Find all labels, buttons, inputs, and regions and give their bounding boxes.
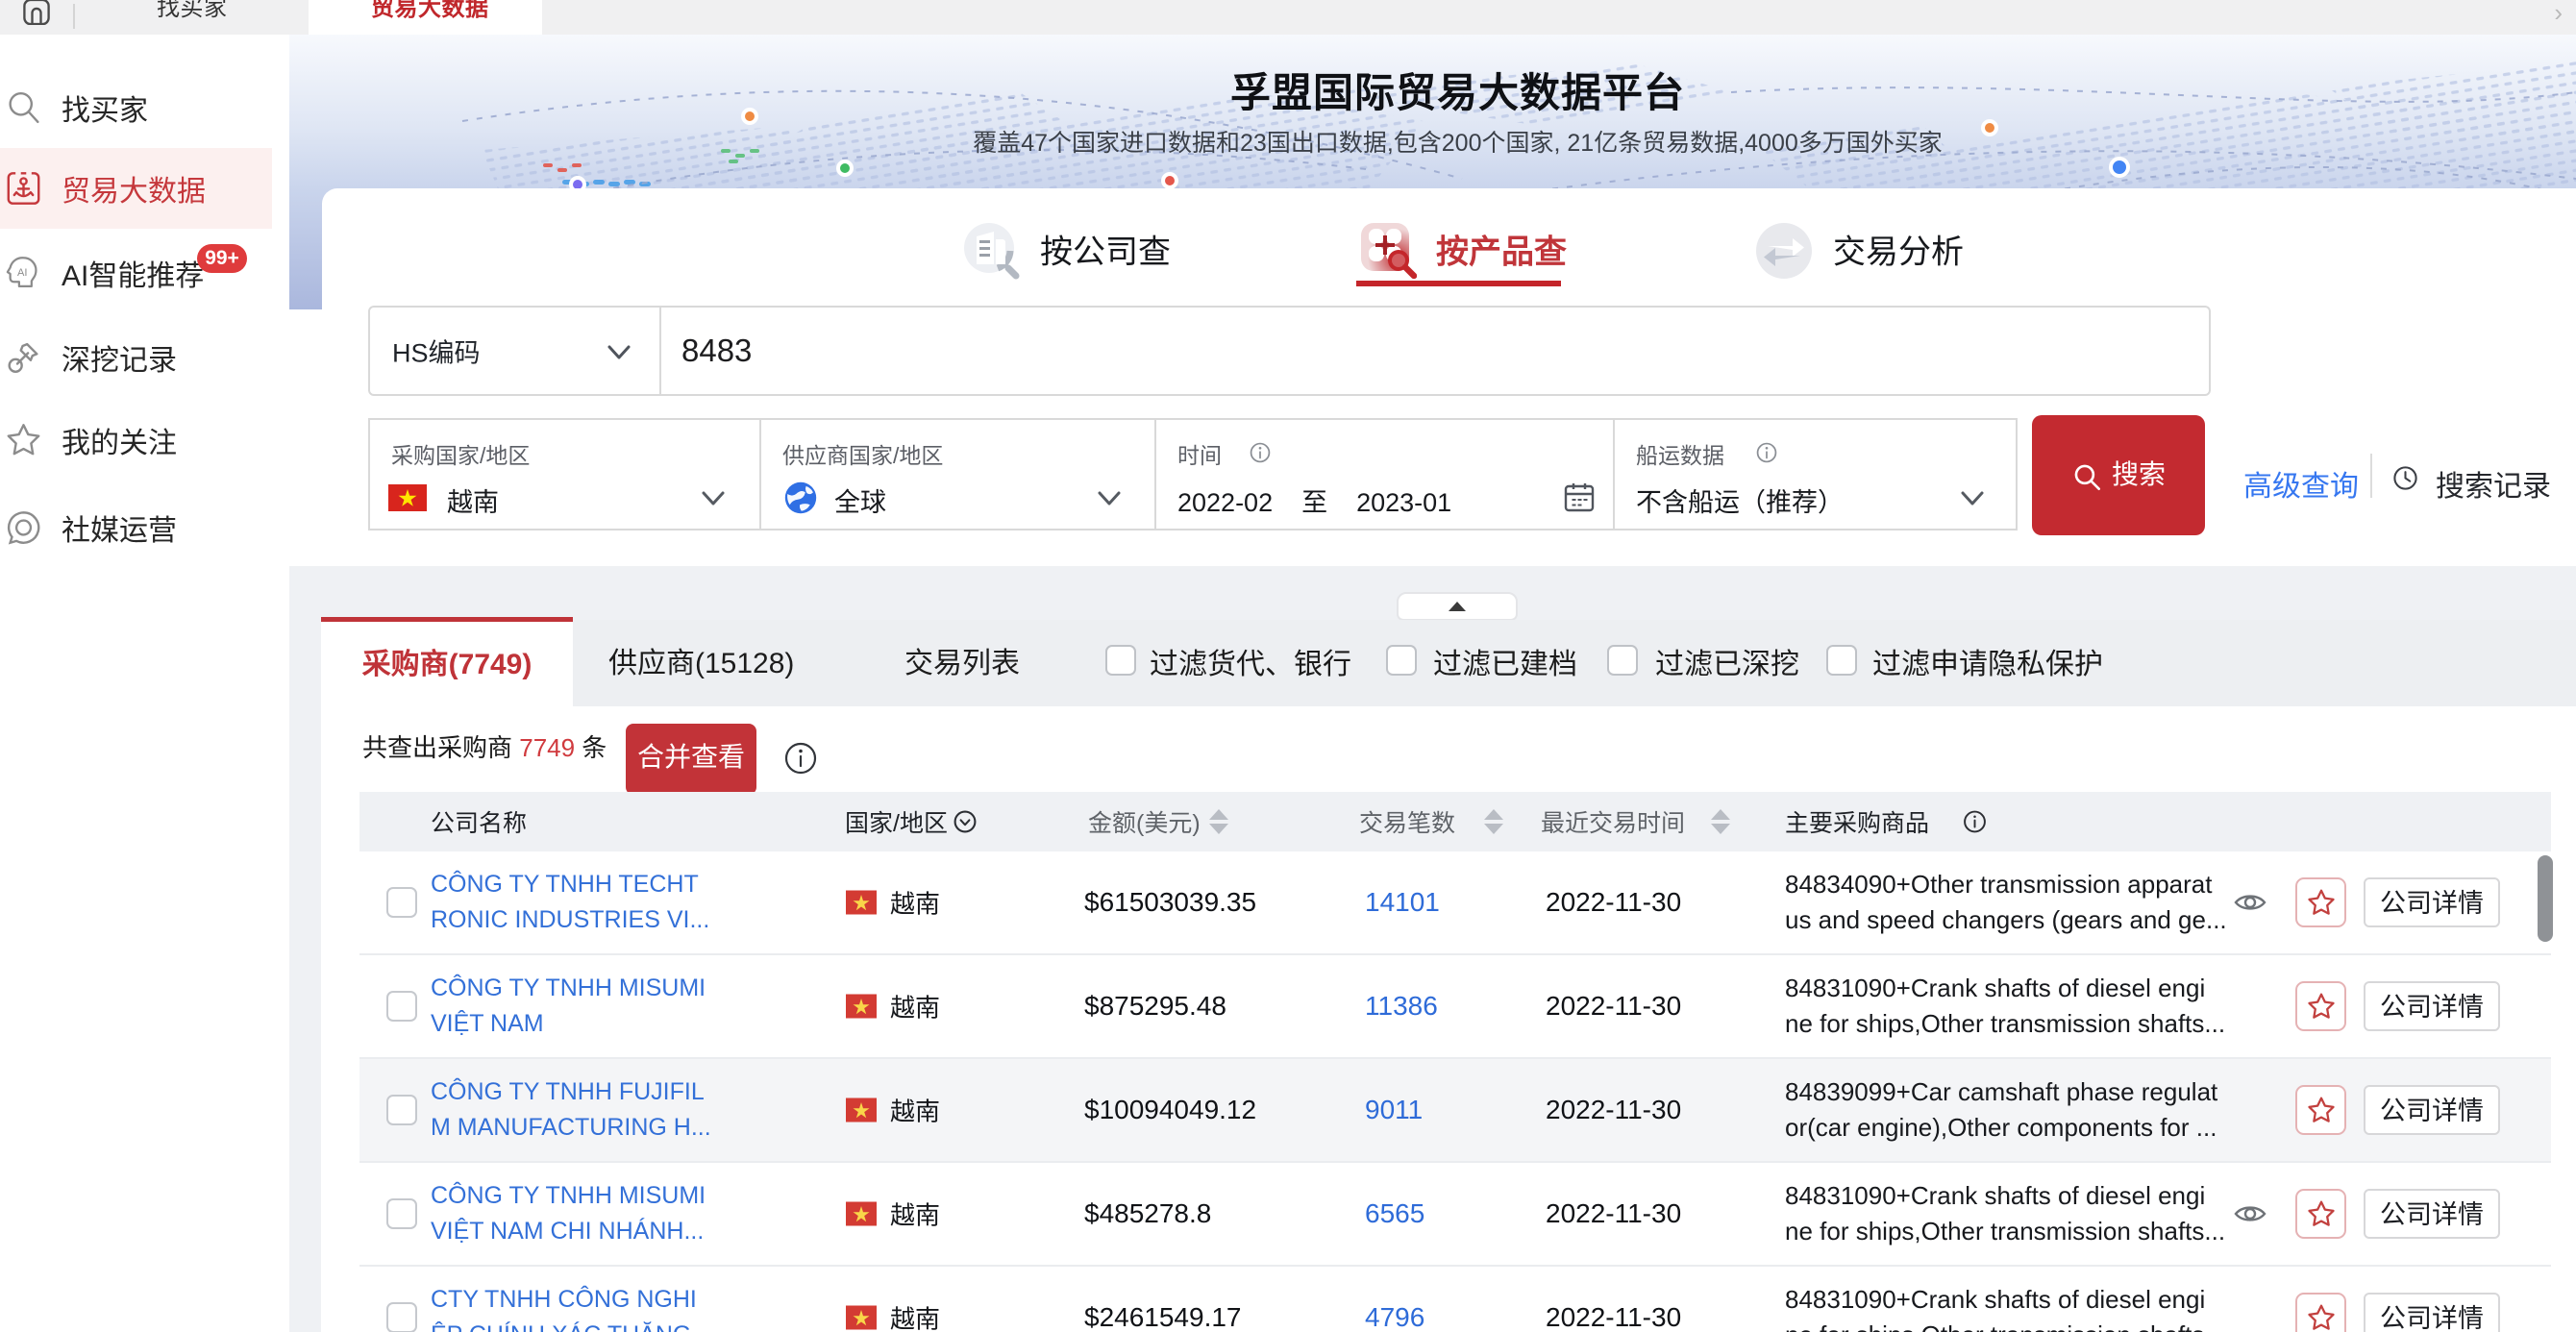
svg-text:AI: AI — [17, 267, 27, 279]
